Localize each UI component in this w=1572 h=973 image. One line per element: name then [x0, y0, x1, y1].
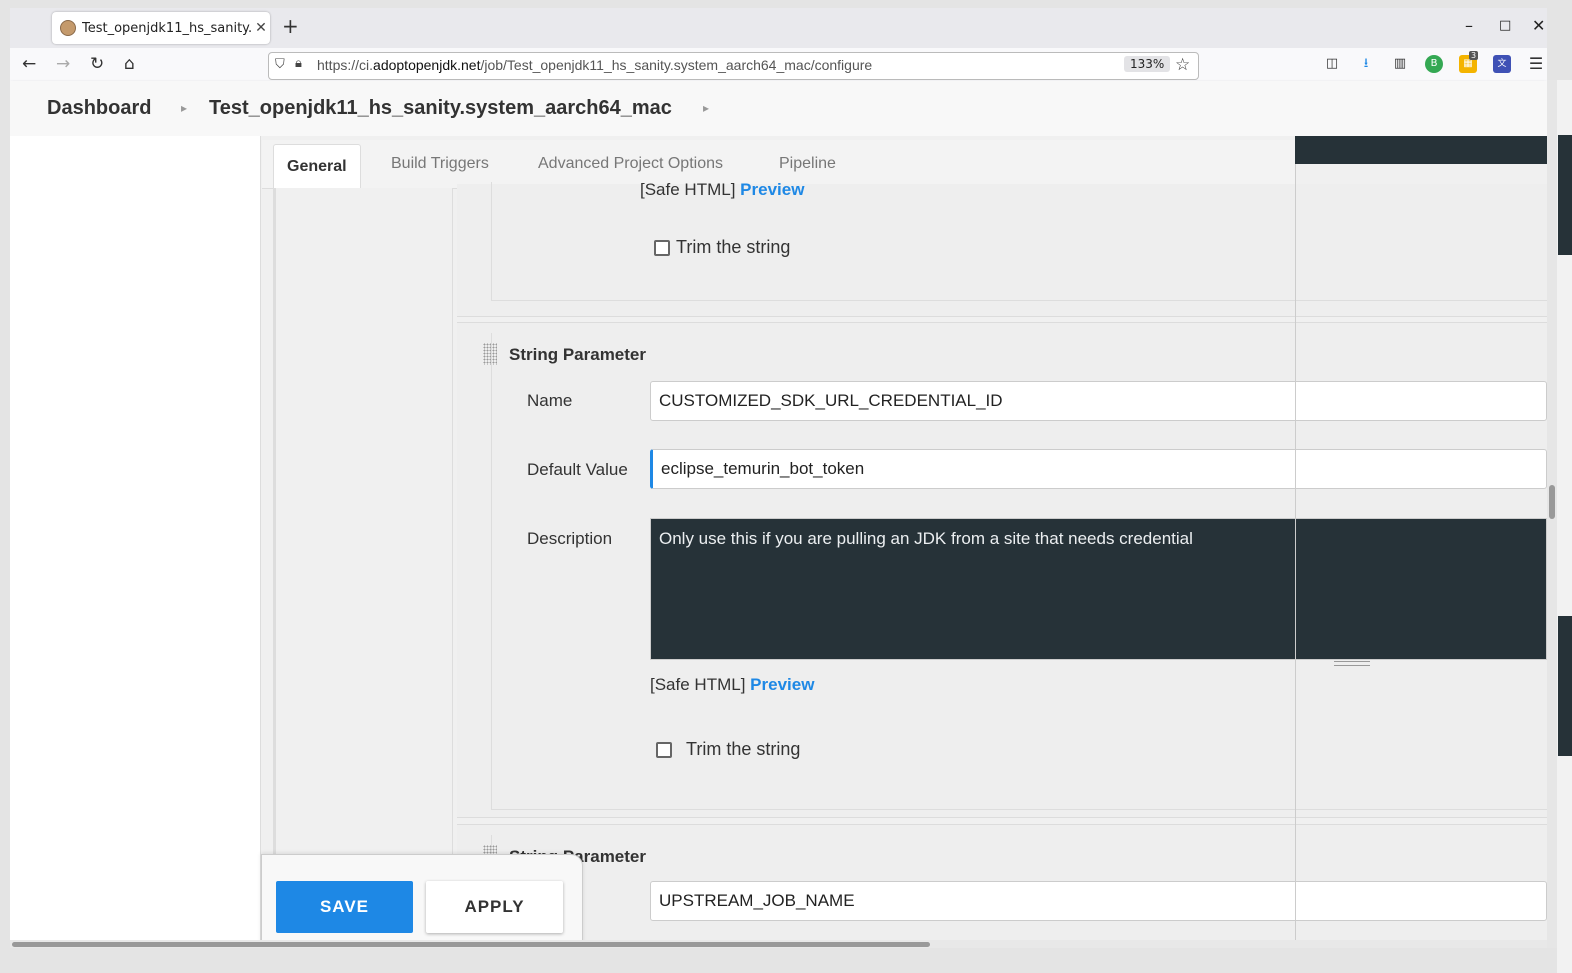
pocket-icon[interactable]: ◫ — [1323, 55, 1341, 73]
shield-icon[interactable]: ⛉ — [275, 57, 285, 72]
extension-badge: 3 — [1469, 51, 1479, 60]
home-icon[interactable]: ⌂ — [124, 54, 135, 74]
url-text[interactable]: https://ci.adoptopenjdk.net/job/Test_ope… — [317, 57, 872, 73]
trim-string-label: Trim the string — [686, 739, 801, 759]
string-parameter-block: String Parameter UPSTREAM_JOB_NAME — [457, 824, 1547, 948]
navigation-toolbar: ← → ↻ ⌂ ⛉ 🔒︎ https://ci.adoptopenjdk.net… — [10, 48, 1547, 85]
bookmark-star-icon[interactable]: ☆ — [1175, 55, 1190, 75]
jenkins-favicon-icon — [60, 20, 76, 36]
background-window-fragment — [1558, 135, 1572, 255]
preview-link[interactable]: Preview — [740, 180, 804, 199]
browser-tab[interactable]: Test_openjdk11_hs_sanity.system_aarch64_… — [52, 12, 270, 44]
reload-icon[interactable]: ↻ — [90, 54, 104, 74]
maximize-button[interactable]: □ — [1499, 18, 1511, 33]
tab-build-triggers[interactable]: Build Triggers — [391, 140, 489, 188]
textarea-dark-fragment — [1295, 136, 1547, 164]
name-input[interactable]: CUSTOMIZED_SDK_URL_CREDENTIAL_ID — [650, 381, 1547, 421]
page-content: General Build Triggers Advanced Project … — [10, 136, 1547, 948]
new-tab-button[interactable]: + — [282, 14, 299, 38]
browser-window: Test_openjdk11_hs_sanity.system_aarch64_… — [10, 8, 1547, 948]
vertical-scrollbar[interactable] — [1547, 80, 1557, 948]
safe-html-note: [Safe HTML] Preview — [650, 675, 814, 695]
horizontal-scrollbar-thumb[interactable] — [12, 942, 930, 947]
extension-b-icon[interactable]: B — [1425, 55, 1443, 73]
tab-bar: Test_openjdk11_hs_sanity.system_aarch64_… — [10, 8, 1547, 48]
download-icon[interactable]: ⭳ — [1357, 55, 1375, 73]
save-button[interactable]: SAVE — [276, 881, 413, 933]
breadcrumb-dashboard[interactable]: Dashboard — [47, 97, 151, 120]
trim-string-label: Trim the string — [676, 237, 791, 257]
minimize-button[interactable]: – — [1465, 16, 1473, 35]
close-window-button[interactable]: ✕ — [1532, 16, 1545, 35]
url-domain: adoptopenjdk.net — [373, 57, 481, 73]
zoom-level[interactable]: 133% — [1124, 56, 1171, 72]
tab-title: Test_openjdk11_hs_sanity.system_aarch64_… — [82, 20, 252, 36]
safe-html-label: [Safe HTML] — [650, 675, 746, 694]
description-textarea[interactable]: Only use this if you are pulling an JDK … — [650, 518, 1547, 660]
parameter-block-partial: [Safe HTML] Preview Trim the string — [457, 180, 1547, 317]
preview-link[interactable]: Preview — [750, 675, 814, 694]
form-area: [Safe HTML] Preview Trim the string Stri… — [457, 180, 1547, 948]
horizontal-scrollbar[interactable] — [10, 940, 1547, 948]
default-value-label: Default Value — [527, 460, 628, 479]
url-path: /job/Test_openjdk11_hs_sanity.system_aar… — [480, 57, 873, 73]
string-parameter-block: String Parameter Name CUSTOMIZED_SDK_URL… — [457, 322, 1547, 818]
breadcrumb-job[interactable]: Test_openjdk11_hs_sanity.system_aarch64_… — [209, 97, 672, 120]
url-bar[interactable]: ⛉ 🔒︎ https://ci.adoptopenjdk.net/job/Tes… — [268, 52, 1199, 80]
extension-translate-icon[interactable]: 文 — [1493, 55, 1511, 73]
bottom-action-bar: SAVE APPLY — [261, 854, 583, 948]
default-value-input[interactable]: eclipse_temurin_bot_token — [650, 449, 1547, 489]
jenkins-header: Dashboard ▸ Test_openjdk11_hs_sanity.sys… — [10, 81, 1547, 136]
tab-general[interactable]: General — [273, 144, 361, 189]
apply-button[interactable]: APPLY — [426, 881, 563, 933]
section-side-column — [273, 188, 453, 948]
name-label: Name — [527, 391, 573, 410]
trim-string-checkbox[interactable] — [654, 240, 670, 256]
chevron-right-icon[interactable]: ▸ — [703, 101, 709, 115]
divider — [1295, 164, 1296, 948]
back-arrow-icon[interactable]: ← — [22, 54, 36, 74]
trim-string-checkbox[interactable] — [656, 742, 672, 758]
description-label: Description — [527, 529, 613, 548]
tab-close-icon[interactable]: ✕ — [252, 20, 270, 36]
safe-html-label: [Safe HTML] — [640, 180, 736, 199]
sidebar-icon[interactable]: ▥ — [1391, 55, 1409, 73]
background-window-fragment — [1558, 616, 1572, 756]
parameter-inner: [Safe HTML] Preview Trim the string — [491, 180, 1547, 301]
menu-hamburger-icon[interactable]: ☰ — [1527, 55, 1545, 73]
safe-html-note: [Safe HTML] Preview — [640, 180, 804, 200]
forward-arrow-icon[interactable]: → — [56, 54, 70, 74]
name-input[interactable]: UPSTREAM_JOB_NAME — [650, 881, 1547, 921]
textarea-resize-handle-icon[interactable] — [1334, 661, 1370, 666]
lock-icon[interactable]: 🔒︎ — [295, 56, 302, 71]
chevron-right-icon[interactable]: ▸ — [181, 101, 187, 115]
url-prefix: https://ci. — [317, 57, 374, 73]
vertical-scrollbar-thumb[interactable] — [1549, 485, 1555, 519]
